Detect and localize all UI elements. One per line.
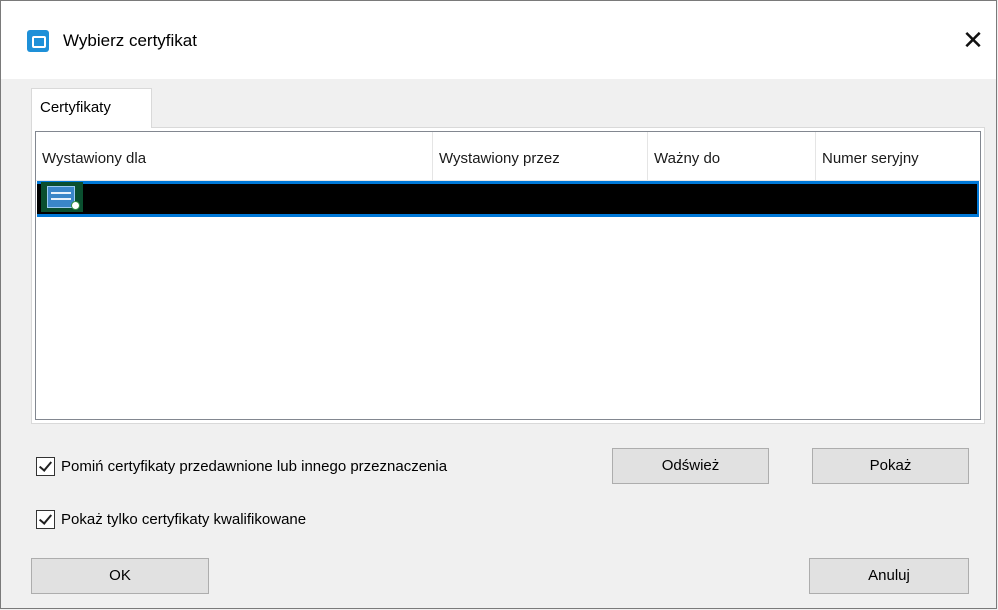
qualified-only-label: Pokaż tylko certyfikaty kwalifikowane: [61, 510, 307, 528]
skip-expired-checkbox[interactable]: [36, 456, 55, 476]
app-icon: [27, 30, 49, 52]
certificate-list[interactable]: Wystawiony dla Wystawiony przez Ważny do…: [35, 131, 981, 420]
list-header: Wystawiony dla Wystawiony przez Ważny do…: [36, 132, 980, 181]
dialog-title: Wybierz certyfikat: [63, 31, 197, 50]
close-button[interactable]: ✕: [950, 19, 996, 63]
qualified-only-option[interactable]: Pokaż tylko certyfikaty kwalifikowane: [36, 508, 306, 530]
certificate-dialog: Wybierz certyfikat ✕ Certyfikaty Wystawi…: [0, 0, 997, 609]
skip-expired-option[interactable]: Pomiń certyfikaty przedawnione lub inneg…: [36, 455, 447, 477]
skip-expired-label: Pomiń certyfikaty przedawnione lub inneg…: [61, 457, 448, 475]
table-row[interactable]: [37, 181, 979, 217]
ok-button[interactable]: OK: [31, 558, 209, 594]
column-header-issued-by[interactable]: Wystawiony przez: [432, 132, 647, 180]
tab-panel: Wystawiony dla Wystawiony przez Ważny do…: [31, 127, 985, 424]
cancel-button[interactable]: Anuluj: [809, 558, 969, 594]
title-bar: Wybierz certyfikat ✕: [1, 1, 996, 79]
tab-certificates[interactable]: Certyfikaty: [31, 88, 152, 128]
certificate-icon: [41, 182, 83, 212]
column-header-valid-to[interactable]: Ważny do: [647, 132, 815, 180]
show-button[interactable]: Pokaż: [812, 448, 969, 484]
refresh-button[interactable]: Odśwież: [612, 448, 769, 484]
qualified-only-checkbox[interactable]: [36, 509, 55, 529]
redacted-row-content: [37, 184, 977, 214]
column-header-issued-to[interactable]: Wystawiony dla: [36, 132, 432, 180]
column-header-serial-number[interactable]: Numer seryjny: [815, 132, 980, 180]
